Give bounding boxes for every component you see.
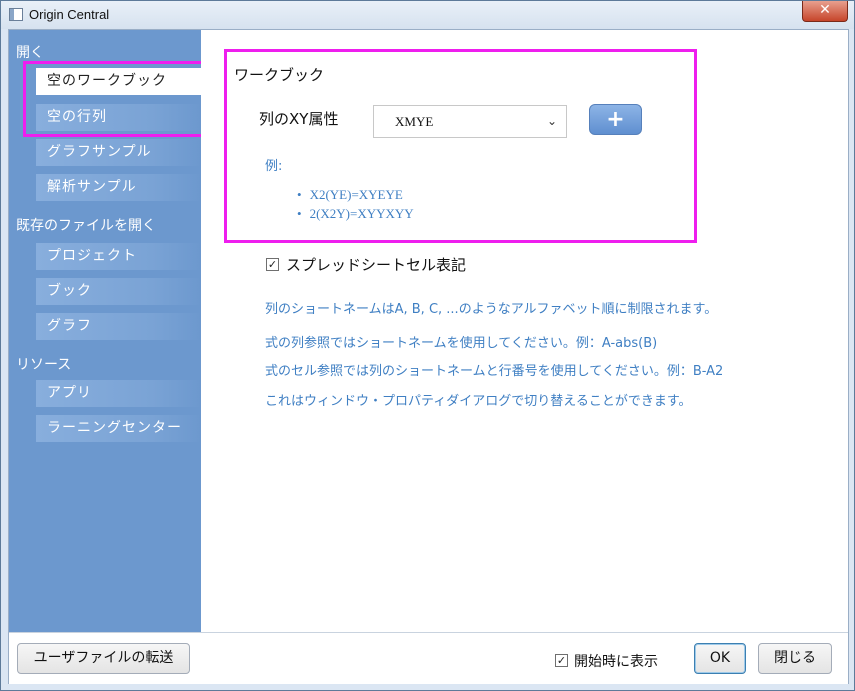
chevron-down-icon: ⌄ — [546, 114, 557, 128]
transfer-user-files-button[interactable]: ユーザファイルの転送 — [17, 643, 190, 674]
title-bar[interactable]: Origin Central ✕ — [1, 1, 854, 29]
spreadsheet-notation-checkbox[interactable]: ✓ — [266, 258, 279, 271]
window-title: Origin Central — [29, 7, 110, 22]
sidebar-header-open-existing: 既存のファイルを開く — [16, 218, 156, 234]
ok-button[interactable]: OK — [694, 643, 746, 674]
example-label: 例: — [265, 159, 283, 174]
example-item: 2(X2Y)=XYYXYY — [297, 206, 414, 225]
info-line: 式の列参照ではショートネームを使用してください。例：A-abs(B) — [265, 336, 658, 351]
close-window-button[interactable]: ✕ — [802, 1, 848, 22]
show-on-start-label: 開始時に表示 — [574, 654, 658, 670]
sidebar-header-resources: リソース — [16, 357, 72, 373]
example-item: X2(YE)=XYEYE — [297, 187, 414, 206]
spreadsheet-notation-label: スプレッドシートセル表記 — [286, 256, 467, 274]
sidebar-item-learning-center[interactable]: ラーニングセンター — [36, 415, 202, 442]
sidebar-item-analysis-samples[interactable]: 解析サンプル — [36, 174, 202, 201]
info-line: これはウィンドウ・プロパティダイアログで切り替えることができます。 — [265, 394, 692, 409]
xy-attribute-value: XMYE — [395, 114, 434, 129]
footer: ユーザファイルの転送 ✓ 開始時に表示 OK 閉じる — [9, 632, 848, 684]
sidebar-item-graph-samples[interactable]: グラフサンプル — [36, 139, 202, 166]
xy-attribute-label: 列のXY属性 — [259, 110, 339, 128]
checkmark-icon: ✓ — [556, 654, 567, 667]
sidebar-item-project[interactable]: プロジェクト — [36, 243, 202, 270]
close-icon: ✕ — [819, 2, 831, 18]
checkmark-icon: ✓ — [267, 258, 278, 271]
close-button[interactable]: 閉じる — [758, 643, 832, 674]
client-area: 開く 空のワークブック 空の行列 グラフサンプル 解析サンプル 既存のファイルを… — [8, 29, 849, 684]
show-on-start-checkbox[interactable]: ✓ — [555, 654, 568, 667]
info-line: 式のセル参照では列のショートネームと行番号を使用してください。例：B-A2 — [265, 364, 724, 379]
example-list: X2(YE)=XYEYE 2(X2Y)=XYYXYY — [297, 187, 414, 225]
plus-icon: + — [606, 107, 625, 132]
sidebar-selection-highlight — [23, 61, 210, 137]
sidebar-item-book[interactable]: ブック — [36, 278, 202, 305]
add-xy-attribute-button[interactable]: + — [589, 104, 642, 135]
sidebar: 開く 空のワークブック 空の行列 グラフサンプル 解析サンプル 既存のファイルを… — [9, 30, 210, 632]
sidebar-item-graph[interactable]: グラフ — [36, 313, 202, 340]
origin-central-window: Origin Central ✕ 開く 空のワークブック 空の行列 グラフサンプ… — [0, 0, 855, 691]
app-icon — [9, 8, 23, 21]
sidebar-header-open: 開く — [16, 45, 44, 61]
xy-attribute-select[interactable]: XMYE ⌄ — [373, 105, 567, 138]
info-line: 列のショートネームはA, B, C, ...のようなアルファベット順に制限されま… — [265, 302, 718, 317]
section-title: ワークブック — [234, 66, 325, 84]
sidebar-item-apps[interactable]: アプリ — [36, 380, 202, 407]
